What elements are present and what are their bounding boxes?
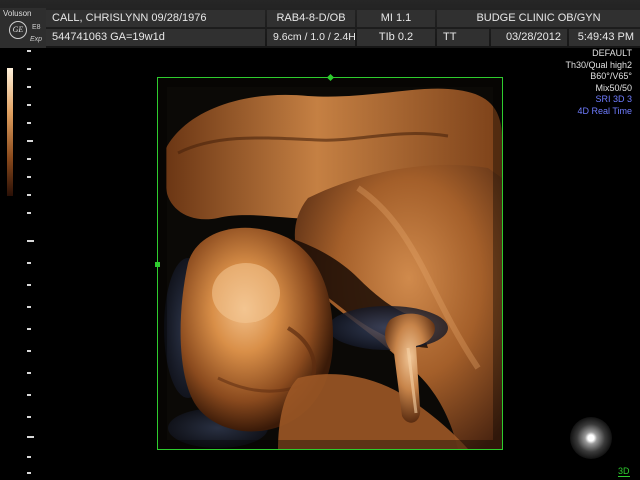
depth-tick — [27, 176, 31, 178]
depth-tick — [27, 394, 31, 396]
voluson-logo: Voluson GE E8 Exp — [0, 8, 46, 48]
logo-brand: Voluson — [3, 9, 32, 18]
clinic-name: BUDGE CLINIC OB/GYN — [437, 10, 640, 27]
param-quality: Th30/Qual high2 — [565, 59, 632, 70]
tt-label: TT — [437, 29, 489, 46]
depth-tick — [27, 212, 31, 214]
orientation-ball-icon[interactable] — [570, 417, 612, 459]
header-bar: Voluson GE E8 Exp CALL, CHRISLYNN 09/28/… — [0, 0, 640, 48]
depth-tick — [27, 50, 31, 52]
patient-name: CALL, CHRISLYNN 09/28/1976 — [46, 10, 265, 27]
gray-scale-bar — [7, 68, 13, 196]
depth-tick — [27, 104, 31, 106]
exam-time: 5:49:43 PM — [569, 29, 640, 46]
depth-tick — [27, 284, 31, 286]
depth-tick-major — [27, 436, 34, 438]
depth-tick — [27, 158, 31, 160]
depth-tick — [27, 472, 31, 474]
depth-tick-major — [27, 240, 34, 242]
depth-tick — [27, 194, 31, 196]
depth-tick — [27, 456, 31, 458]
depth-tick — [27, 122, 31, 124]
depth-settings: 9.6cm / 1.0 / 2.4Hz — [267, 29, 355, 46]
param-angles: B60°/V65° — [590, 71, 632, 81]
param-sri: SRI 3D 3 — [595, 94, 632, 104]
thermal-index: TIb 0.2 — [357, 29, 435, 46]
logo-edition: Exp — [30, 36, 43, 43]
param-mix: Mix50/50 — [595, 82, 632, 93]
param-mode: 4D Real Time — [577, 105, 632, 116]
patient-id: 544741063 GA=19w1d — [46, 29, 265, 46]
depth-tick — [27, 68, 31, 70]
depth-tick — [27, 416, 31, 418]
roi-left-handle[interactable] — [155, 262, 160, 267]
depth-tick — [27, 328, 31, 330]
fetal-render-image — [158, 78, 502, 449]
mechanical-index: MI 1.1 — [357, 10, 435, 27]
param-preset: DEFAULT — [592, 48, 632, 58]
exam-date: 03/28/2012 — [491, 29, 567, 46]
depth-tick — [27, 262, 31, 264]
probe-preset: RAB4-8-D/OB — [267, 10, 355, 27]
ge-logo-icon: GE — [9, 21, 27, 39]
depth-tick — [27, 350, 31, 352]
depth-tick-major — [27, 140, 33, 142]
volume-render-viewport[interactable] — [157, 77, 503, 450]
depth-tick — [27, 86, 31, 88]
depth-tick — [27, 306, 31, 308]
render-parameters: DEFAULT Th30/Qual high2 B60°/V65° Mix50/… — [565, 48, 632, 117]
depth-tick — [27, 372, 31, 374]
mode-3d-badge: 3D — [618, 466, 630, 477]
logo-model: E8 — [32, 24, 41, 31]
